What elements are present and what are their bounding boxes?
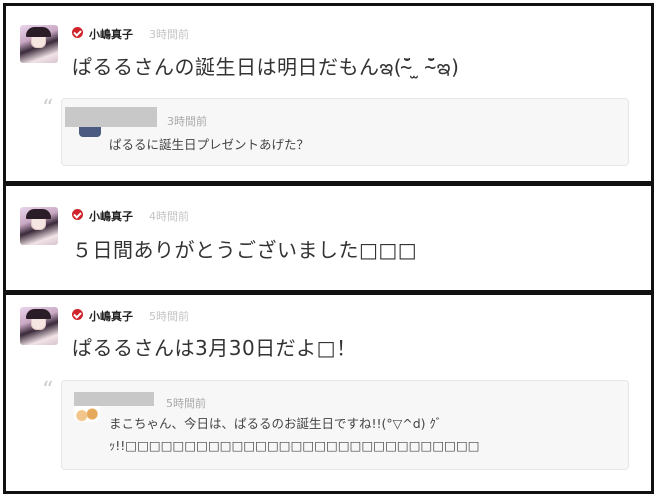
- quoted-user-avatar[interactable]: [74, 406, 100, 422]
- avatar[interactable]: [20, 207, 58, 245]
- post-2: 小嶋真子 4時間前 ５日間ありがとうございました□□□: [3, 183, 654, 293]
- post-1: 小嶋真子 3時間前 ぱるるさんの誕生日は明日だもんఇ(¯̴̆ ̫ ¯̴̆ఇ) “…: [3, 3, 654, 184]
- quoted-user-avatar[interactable]: [79, 127, 101, 137]
- quote-time: 5時間前: [166, 397, 206, 410]
- quoted-user-name-redacted: [74, 392, 154, 406]
- quote-time: 3時間前: [167, 115, 207, 128]
- quote-text-line-1: まこちゃん、今日は、ぱるるのお誕生日ですね!!(°▽^d) ｸﾞ: [109, 416, 443, 431]
- quoted-reply[interactable]: 5時間前 まこちゃん、今日は、ぱるるのお誕生日ですね!!(°▽^d) ｸﾞ ｯ!…: [61, 380, 629, 470]
- quote-icon: “: [42, 378, 54, 403]
- verified-badge-icon: [72, 209, 83, 220]
- quote-text: ぱるるに誕生日プレゼントあげた？: [109, 137, 310, 152]
- avatar[interactable]: [20, 25, 58, 63]
- author-name[interactable]: 小嶋真子: [89, 308, 133, 324]
- post-body: ５日間ありがとうございました□□□: [72, 238, 418, 262]
- post-time[interactable]: 3時間前: [149, 26, 189, 42]
- post-time[interactable]: 5時間前: [149, 308, 189, 324]
- quoted-reply[interactable]: 3時間前 ぱるるに誕生日プレゼントあげた？: [61, 98, 629, 166]
- author-name[interactable]: 小嶋真子: [89, 208, 133, 224]
- quote-text-line-2: ｯ!!□□□□□□□□□□□□□□□□□□□□□□□□□□□□□□: [109, 438, 480, 453]
- post-body: ぱるるさんは3月30日だよ□！: [72, 336, 357, 360]
- quoted-user-name-redacted: [65, 107, 157, 127]
- verified-badge-icon: [72, 27, 83, 38]
- avatar[interactable]: [20, 307, 58, 345]
- post-3: 小嶋真子 5時間前 ぱるるさんは3月30日だよ□！ “ 5時間前 まこちゃん、今…: [3, 292, 654, 494]
- post-body: ぱるるさんの誕生日は明日だもんఇ(¯̴̆ ̫ ¯̴̆ఇ): [72, 55, 460, 79]
- verified-badge-icon: [72, 309, 83, 320]
- author-name[interactable]: 小嶋真子: [89, 26, 133, 42]
- quote-icon: “: [42, 96, 54, 121]
- post-time[interactable]: 4時間前: [149, 208, 189, 224]
